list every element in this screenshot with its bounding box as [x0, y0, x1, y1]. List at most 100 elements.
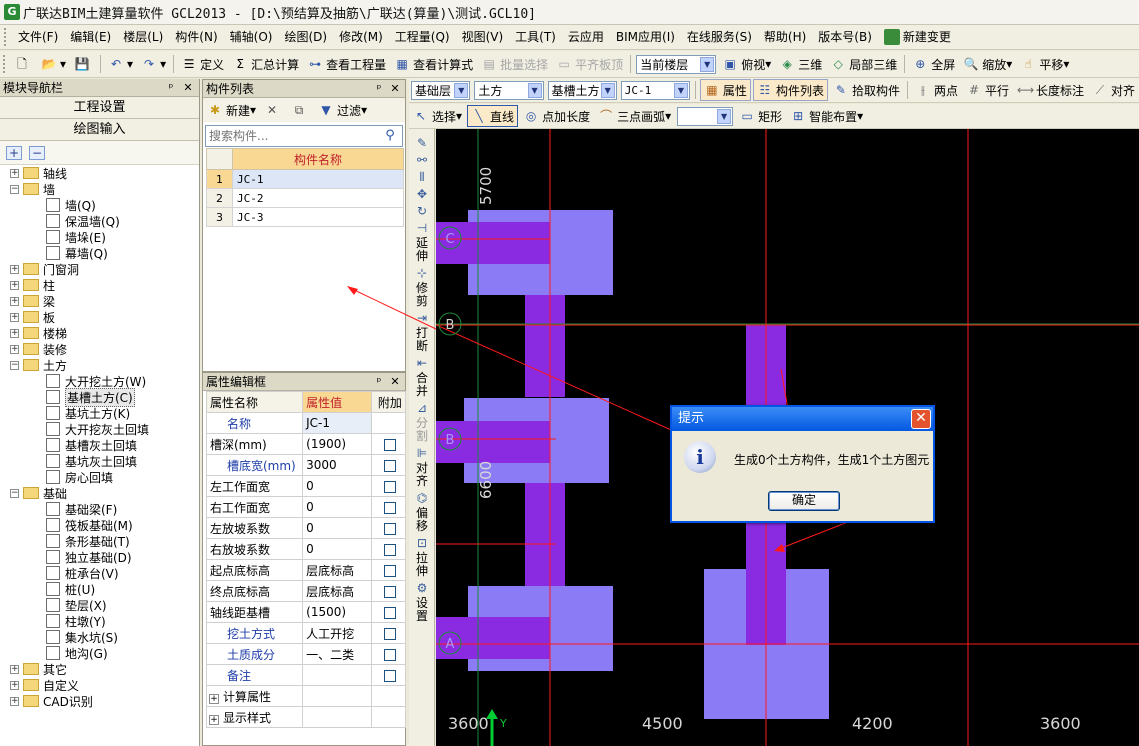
menu-cloud[interactable]: 云应用	[562, 27, 610, 47]
expand-icon[interactable]: +	[209, 714, 219, 725]
menu-help[interactable]: 帮助(H)	[758, 27, 812, 47]
property-value[interactable]: 0	[302, 517, 372, 539]
checkbox[interactable]	[383, 501, 396, 514]
property-row[interactable]: 终点底标高 层底标高	[205, 580, 407, 602]
tree-item[interactable]: 幕墙(Q)	[0, 245, 198, 261]
tree-item[interactable]: 基础梁(F)	[0, 501, 198, 517]
pan-button[interactable]: ☝ 平移 ▾	[1017, 53, 1072, 75]
menu-aux-axis[interactable]: 辅轴(O)	[224, 27, 279, 47]
batch-select-button[interactable]: ▤ 批量选择	[478, 53, 551, 75]
copy-button[interactable]: ⧉	[291, 102, 310, 118]
menu-component[interactable]: 构件(N)	[169, 27, 223, 47]
tree-item[interactable]: + 门窗洞	[0, 261, 198, 277]
property-row[interactable]: 备注	[205, 664, 407, 686]
close-icon[interactable]: ✕	[389, 375, 401, 388]
table-row[interactable]: 2 JC-2	[206, 188, 404, 208]
checkbox[interactable]	[383, 543, 396, 556]
view-quantity-button[interactable]: ⊶ 查看工程量	[304, 53, 389, 75]
checkbox[interactable]	[383, 606, 396, 619]
property-row[interactable]: 轴线距基槽 (1500)	[205, 601, 407, 623]
arc-option-select[interactable]: ▼	[677, 106, 734, 126]
properties-button[interactable]: ▦ 属性	[699, 79, 751, 101]
property-value[interactable]: 0	[302, 475, 372, 497]
new-file-button[interactable]: 🗋	[11, 53, 36, 75]
collapse-icon[interactable]: −	[10, 184, 19, 194]
property-value[interactable]	[302, 664, 372, 686]
property-group-row[interactable]: + 计算属性	[205, 685, 407, 707]
tree-item[interactable]: 垫层(X)	[0, 597, 198, 613]
collapse-icon[interactable]: −	[10, 360, 19, 370]
expand-icon[interactable]: +	[10, 280, 19, 290]
floor-scope-select[interactable]: 当前楼层 ▼	[636, 54, 717, 74]
checkbox[interactable]	[383, 522, 396, 535]
vtool-button[interactable]: ⌬ 偏移	[409, 491, 435, 533]
table-row[interactable]: 3 JC-3	[206, 207, 404, 227]
two-point-button[interactable]: ⫲ 两点	[912, 79, 961, 101]
search-icon[interactable]: ⚲	[380, 126, 400, 146]
property-row[interactable]: 右放坡系数 0	[205, 538, 407, 560]
fullscreen-button[interactable]: ⊕ 全屏	[909, 53, 958, 75]
close-icon[interactable]: ✕	[182, 81, 194, 94]
property-row[interactable]: 名称 JC-1	[205, 412, 407, 434]
menu-modify[interactable]: 修改(M)	[333, 27, 389, 47]
project-setup-button[interactable]: 工程设置	[0, 97, 199, 119]
expand-icon[interactable]: +	[10, 696, 19, 706]
tree-item[interactable]: 墙垛(E)	[0, 229, 198, 245]
checkbox[interactable]	[383, 438, 396, 451]
tree-item[interactable]: 墙(Q)	[0, 197, 198, 213]
move-button[interactable]: ✥	[409, 187, 435, 201]
tree-item[interactable]: 柱墩(Y)	[0, 613, 198, 629]
expand-icon[interactable]: +	[10, 168, 19, 178]
three-d-button[interactable]: ◈ 三维	[776, 53, 825, 75]
line-button[interactable]: ╲ 直线	[467, 105, 519, 127]
tree-item[interactable]: + 板	[0, 309, 198, 325]
vtool-button[interactable]: ⊣ 延伸	[409, 221, 435, 263]
pin-icon[interactable]: ᵖ	[373, 375, 385, 388]
tree-item[interactable]: + 其它	[0, 661, 198, 677]
expand-icon[interactable]: +	[10, 680, 19, 690]
property-value[interactable]: 层底标高	[302, 559, 372, 581]
expand-icon[interactable]: +	[10, 312, 19, 322]
vtool-button[interactable]: ⚙ 设置	[409, 581, 435, 623]
local-3d-button[interactable]: ◇ 局部三维	[827, 53, 900, 75]
property-row[interactable]: 左工作面宽 0	[205, 475, 407, 497]
table-row[interactable]: 1 JC-1	[206, 169, 404, 189]
tree-item[interactable]: 条形基础(T)	[0, 533, 198, 549]
property-row[interactable]: 挖土方式 人工开挖	[205, 622, 407, 644]
menu-edit[interactable]: 编辑(E)	[64, 27, 117, 47]
tree-item[interactable]: + 装修	[0, 341, 198, 357]
menu-floor[interactable]: 楼层(L)	[117, 27, 169, 47]
expand-icon[interactable]: +	[10, 664, 19, 674]
tree-item[interactable]: + CAD识别	[0, 693, 198, 709]
parallel-button[interactable]: # 平行	[963, 79, 1012, 101]
close-icon[interactable]: ✕	[911, 409, 931, 429]
layer-select[interactable]: 基础层 ▼	[411, 80, 471, 100]
flat-top-button[interactable]: ▭ 平齐板顶	[553, 53, 626, 75]
vtool-button[interactable]: ⇤ 合并	[409, 356, 435, 398]
tree-item[interactable]: + 楼梯	[0, 325, 198, 341]
menu-draw[interactable]: 绘图(D)	[278, 27, 333, 47]
checkbox[interactable]	[383, 585, 396, 598]
zoom-button[interactable]: 🔍 缩放 ▾	[960, 53, 1015, 75]
property-row[interactable]: 右工作面宽 0	[205, 496, 407, 518]
menu-file[interactable]: 文件(F)	[12, 27, 64, 47]
expand-icon[interactable]: +	[10, 296, 19, 306]
three-point-arc-button[interactable]: ⌒ 三点画弧 ▾	[595, 105, 674, 127]
undo-button[interactable]: ↶ ▾	[105, 53, 136, 75]
type-select[interactable]: 土方 ▼	[474, 80, 544, 100]
menu-version[interactable]: 版本号(B)	[812, 27, 878, 47]
property-value[interactable]: 0	[302, 496, 372, 518]
checkbox[interactable]	[383, 669, 396, 682]
define-button[interactable]: ☰ 定义	[178, 53, 227, 75]
mirror-button[interactable]: ⫴	[409, 170, 435, 184]
tree-item[interactable]: 桩(U)	[0, 581, 198, 597]
property-value[interactable]: 3000	[302, 454, 372, 476]
tree-item[interactable]: 大开挖灰土回填	[0, 421, 198, 437]
filter-button[interactable]: ▼ 过滤 ▾	[318, 102, 367, 119]
tree-item[interactable]: + 轴线	[0, 165, 198, 181]
view-formula-button[interactable]: ▦ 查看计算式	[391, 53, 476, 75]
rotate-button[interactable]: ↻	[409, 204, 435, 218]
redo-button[interactable]: ↷ ▾	[138, 53, 169, 75]
vtool-button[interactable]: ⊿ 分割	[409, 401, 435, 443]
pick-component-button[interactable]: ✎ 拾取构件	[830, 79, 903, 101]
